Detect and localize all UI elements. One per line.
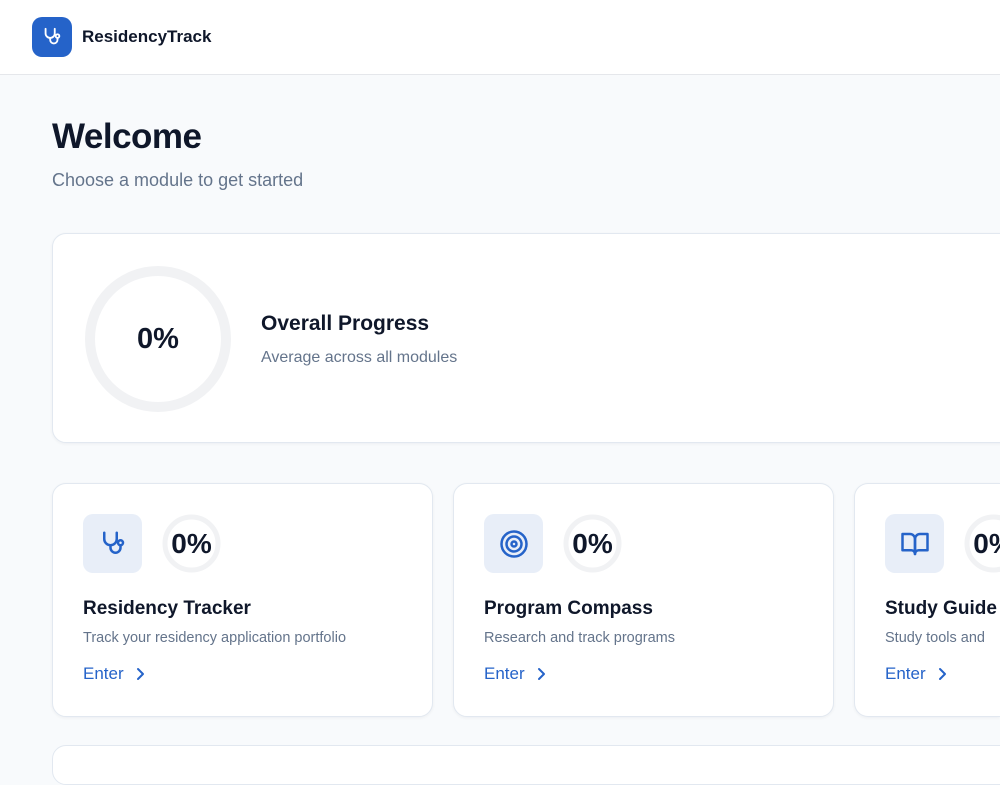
module-description: Study tools and (885, 630, 985, 646)
enter-link-program-compass[interactable]: Enter (484, 662, 547, 686)
module-progress-value: 0% (171, 527, 212, 559)
module-progress-ring: 0% (563, 514, 622, 573)
book-open-icon (900, 532, 929, 555)
module-title: Study Guide (885, 598, 997, 619)
module-card-program-compass[interactable]: 0% Program Compass Research and track pr… (453, 483, 834, 717)
module-icon-box (484, 514, 543, 573)
module-title: Residency Tracker (83, 598, 251, 619)
top-bar: ResidencyTrack (0, 0, 1000, 75)
chevron-right-icon (938, 668, 946, 680)
chevron-right-icon (537, 668, 545, 680)
module-progress-value: 0% (973, 527, 1000, 559)
module-description: Research and track programs (484, 630, 675, 646)
page-title: Welcome (52, 117, 202, 156)
stethoscope-icon (44, 27, 61, 45)
stethoscope-icon (102, 531, 124, 554)
enter-link-residency-tracker[interactable]: Enter (83, 662, 146, 686)
enter-link-study-guide[interactable]: Enter (885, 662, 948, 686)
page-subtitle: Choose a module to get started (52, 170, 304, 190)
module-progress-ring: 0% (162, 514, 221, 573)
overall-progress-ring: 0% (83, 264, 233, 414)
module-progress-value: 0% (572, 527, 613, 559)
enter-label: Enter (484, 664, 525, 683)
module-title: Program Compass (484, 598, 653, 619)
enter-label: Enter (885, 664, 926, 683)
enter-label: Enter (83, 664, 124, 683)
module-card-residency-tracker[interactable]: 0% Residency Tracker Track your residenc… (52, 483, 433, 717)
brand-name[interactable]: ResidencyTrack (82, 26, 211, 48)
overall-progress-card: 0% Overall Progress Average across all m… (52, 233, 1000, 443)
brand-logo[interactable] (32, 17, 72, 57)
module-icon-box (83, 514, 142, 573)
module-card-study-guide[interactable]: 0% Study Guide Study tools and Enter (854, 483, 1000, 717)
module-description: Track your residency application portfol… (83, 630, 347, 646)
overall-progress-title: Overall Progress (261, 312, 430, 335)
module-progress-ring: 0% (964, 514, 1000, 573)
next-card-edge (52, 745, 1000, 785)
module-icon-box (885, 514, 944, 573)
overall-progress-subtitle: Average across all modules (261, 349, 458, 366)
overall-progress-value: 0% (137, 322, 179, 355)
target-icon (499, 529, 528, 558)
chevron-right-icon (136, 668, 144, 680)
